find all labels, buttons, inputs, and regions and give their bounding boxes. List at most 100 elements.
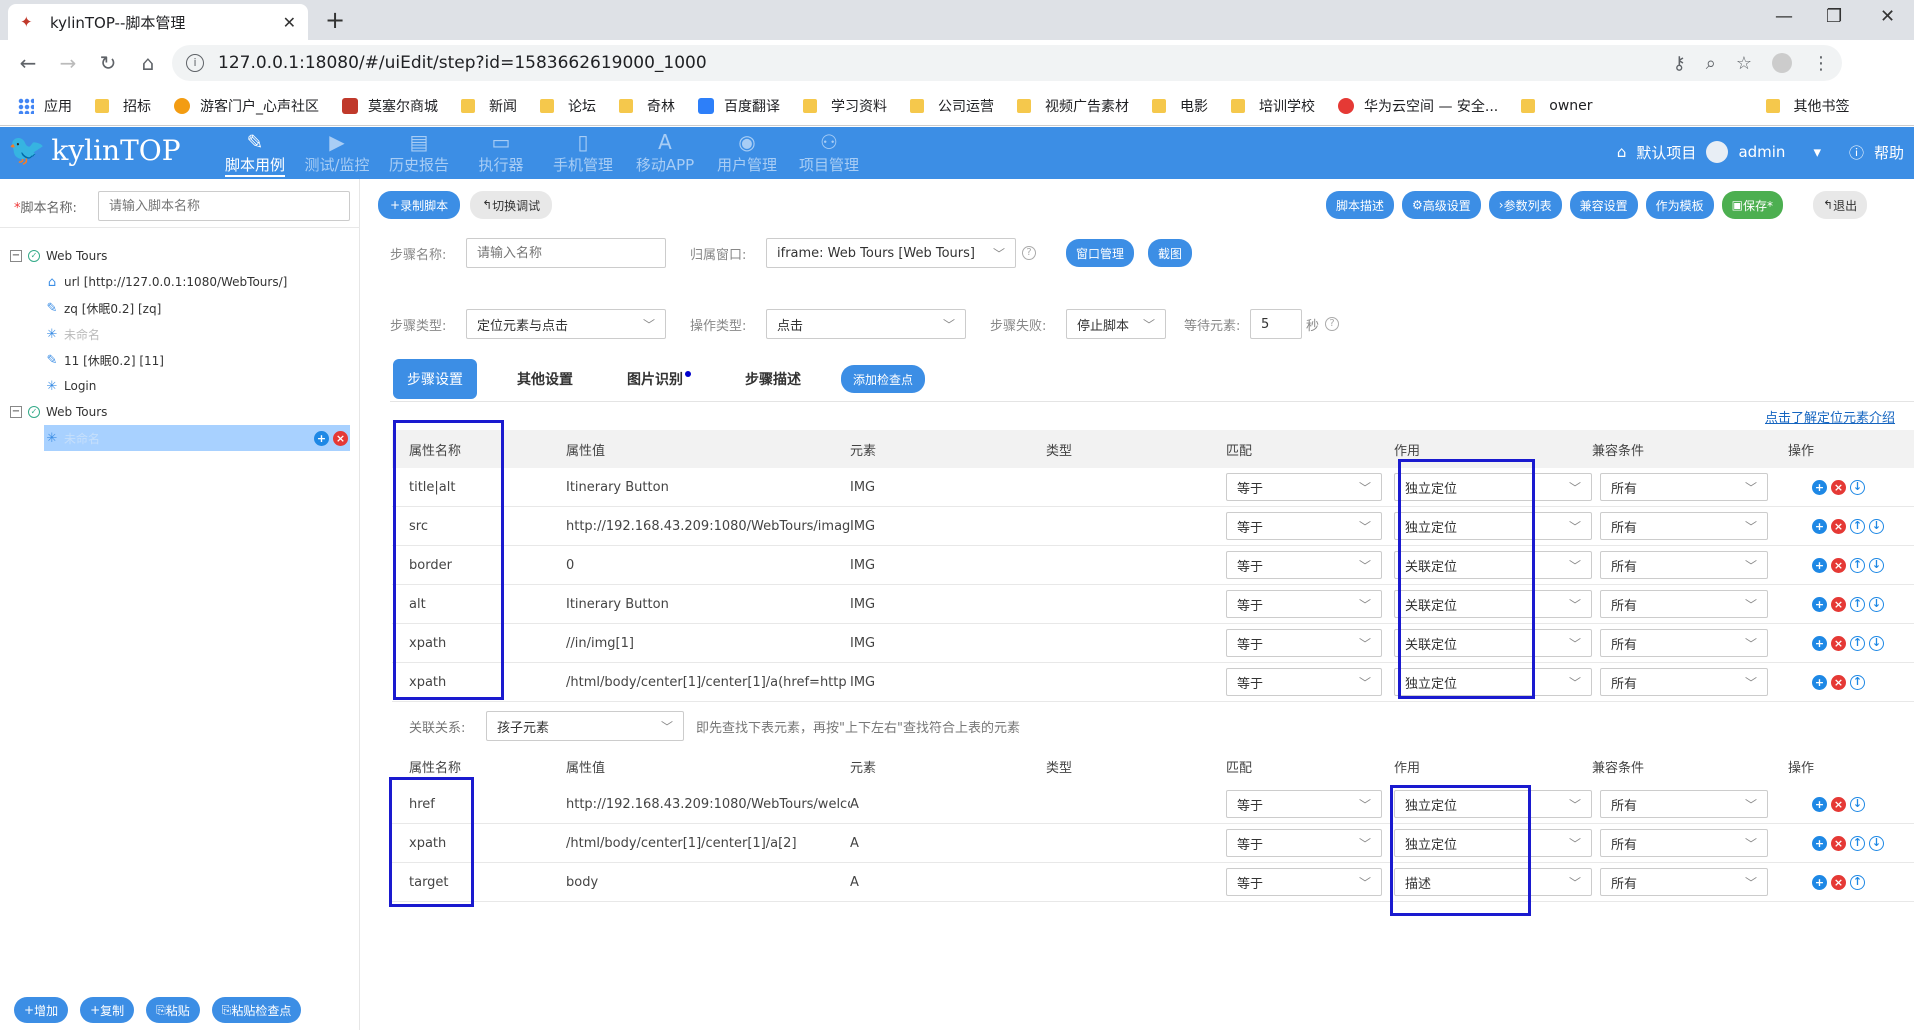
tree-item[interactable]: ✳ Login bbox=[10, 373, 350, 399]
tab-image-recognition[interactable]: 图片识别 bbox=[613, 359, 705, 399]
tree-item[interactable]: ✎ 11 [休眠0.2] [11] bbox=[10, 347, 350, 373]
bookmark-item[interactable]: 莫塞尔商城 bbox=[342, 96, 438, 116]
bookmark-item[interactable]: 论坛 bbox=[540, 96, 596, 116]
param-list-button[interactable]: › 参数列表 bbox=[1488, 191, 1562, 219]
script-desc-button[interactable]: 脚本描述 bbox=[1326, 191, 1395, 219]
move-down-icon[interactable]: ↓ bbox=[1869, 635, 1884, 651]
role-select[interactable]: 独立定位 ﹀ bbox=[1394, 473, 1592, 501]
delete-row-icon[interactable]: × bbox=[1831, 874, 1846, 890]
bookmark-item[interactable]: 学习资料 bbox=[803, 96, 887, 116]
role-select[interactable]: 独立定位 ﹀ bbox=[1394, 790, 1592, 818]
move-up-icon[interactable]: ↑ bbox=[1850, 557, 1865, 573]
menu-icon[interactable]: ⋮ bbox=[1812, 53, 1830, 74]
delete-row-icon[interactable]: × bbox=[1831, 596, 1846, 612]
move-up-icon[interactable]: ↑ bbox=[1850, 635, 1865, 651]
browser-tab[interactable]: ✦ kylinTOP--脚本管理 ✕ bbox=[8, 4, 308, 40]
user-dropdown-icon[interactable]: ▾ bbox=[1813, 143, 1821, 161]
tree-item[interactable]: ⌂ url [http://127.0.0.1:1080/WebTours/] bbox=[10, 269, 350, 295]
role-select[interactable]: 关联定位 ﹀ bbox=[1394, 629, 1592, 657]
delete-row-icon[interactable]: × bbox=[1831, 796, 1846, 812]
compat-select[interactable]: 所有 ﹀ bbox=[1600, 590, 1768, 618]
compat-select[interactable]: 所有 ﹀ bbox=[1600, 473, 1768, 501]
move-down-icon[interactable]: ↓ bbox=[1850, 479, 1865, 495]
zoom-icon[interactable]: ⌕ bbox=[1706, 53, 1716, 74]
help-circle-icon[interactable]: ? bbox=[1022, 246, 1036, 260]
tree-group[interactable]: − ✓ Web Tours bbox=[10, 399, 350, 425]
add-row-icon[interactable]: + bbox=[1812, 479, 1827, 495]
move-up-icon[interactable]: ↑ bbox=[1850, 674, 1865, 690]
match-select[interactable]: 等于 ﹀ bbox=[1226, 829, 1382, 857]
window-close-icon[interactable]: ✕ bbox=[1880, 6, 1895, 27]
nav-scripts[interactable]: ✎ 脚本用例 bbox=[214, 127, 296, 179]
add-row-icon[interactable]: + bbox=[1812, 596, 1827, 612]
record-script-button[interactable]: + 录制脚本 bbox=[378, 191, 461, 219]
script-name-input[interactable] bbox=[98, 191, 350, 221]
fail-select[interactable]: 停止脚本 ﹀ bbox=[1066, 309, 1166, 339]
relation-select[interactable]: 孩子元素 ﹀ bbox=[486, 711, 684, 741]
step-name-input[interactable] bbox=[466, 238, 666, 268]
match-select[interactable]: 等于 ﹀ bbox=[1226, 668, 1382, 696]
star-icon[interactable]: ☆ bbox=[1736, 53, 1752, 74]
collapse-icon[interactable]: − bbox=[10, 250, 22, 262]
window-select[interactable]: iframe: Web Tours [Web Tours] ﹀ bbox=[766, 238, 1016, 268]
role-select[interactable]: 关联定位 ﹀ bbox=[1394, 551, 1592, 579]
bookmark-other[interactable]: 其他书签 bbox=[1765, 96, 1850, 116]
bookmark-item[interactable]: 新闻 bbox=[461, 96, 517, 116]
user-avatar[interactable] bbox=[1706, 141, 1729, 163]
add-node-icon[interactable]: + bbox=[314, 430, 329, 446]
role-select[interactable]: 描述 ﹀ bbox=[1394, 868, 1592, 896]
window-manage-button[interactable]: 窗口管理 bbox=[1066, 239, 1135, 267]
op-type-select[interactable]: 点击 ﹀ bbox=[766, 309, 966, 339]
nav-history[interactable]: ▤ 历史报告 bbox=[378, 127, 460, 179]
delete-row-icon[interactable]: × bbox=[1831, 674, 1846, 690]
advanced-settings-button[interactable]: ⚙ 高级设置 bbox=[1402, 191, 1481, 219]
bookmark-item[interactable]: 电影 bbox=[1152, 96, 1208, 116]
tree-group[interactable]: − ✓ Web Tours bbox=[10, 243, 350, 269]
nav-executor[interactable]: ▭ 执行器 bbox=[460, 127, 542, 179]
bookmark-item[interactable]: owner bbox=[1521, 98, 1593, 114]
tree-item[interactable]: ✎ zq [休眠0.2] [zq] bbox=[10, 295, 350, 321]
reload-icon[interactable]: ↻ bbox=[88, 51, 128, 75]
screenshot-button[interactable]: 截图 bbox=[1148, 239, 1193, 267]
add-row-icon[interactable]: + bbox=[1812, 874, 1827, 890]
compat-select[interactable]: 所有 ﹀ bbox=[1600, 868, 1768, 896]
tab-step-settings[interactable]: 步骤设置 bbox=[393, 359, 477, 399]
toggle-debug-button[interactable]: ↰ 切换调试 bbox=[470, 191, 553, 219]
match-select[interactable]: 等于 ﹀ bbox=[1226, 590, 1382, 618]
role-select[interactable]: 关联定位 ﹀ bbox=[1394, 590, 1592, 618]
bookmark-item[interactable]: 奇林 bbox=[619, 96, 675, 116]
bookmark-item[interactable]: 公司运营 bbox=[910, 96, 994, 116]
add-row-icon[interactable]: + bbox=[1812, 635, 1827, 651]
add-step-button[interactable]: + 增加 bbox=[14, 997, 69, 1023]
help-icon[interactable]: ⓘ bbox=[1849, 142, 1864, 163]
app-logo[interactable]: 🐦 kylinTOP bbox=[8, 133, 181, 168]
match-select[interactable]: 等于 ﹀ bbox=[1226, 790, 1382, 818]
collapse-icon[interactable]: − bbox=[10, 406, 22, 418]
home-icon[interactable]: ⌂ bbox=[128, 51, 168, 75]
paste-checkpoint-button[interactable]: ⎘ 粘贴检查点 bbox=[211, 997, 302, 1023]
tab-step-desc[interactable]: 步骤描述 bbox=[731, 359, 815, 399]
delete-row-icon[interactable]: × bbox=[1831, 557, 1846, 573]
compat-select[interactable]: 所有 ﹀ bbox=[1600, 512, 1768, 540]
profile-avatar-icon[interactable] bbox=[1772, 53, 1792, 73]
move-down-icon[interactable]: ↓ bbox=[1869, 518, 1884, 534]
nav-mobile-app[interactable]: A 移动APP bbox=[624, 127, 706, 179]
help-circle-icon[interactable]: ? bbox=[1325, 317, 1340, 331]
bookmark-item[interactable]: 华为云空间 — 安全... bbox=[1338, 96, 1498, 116]
nav-projects[interactable]: ⚇ 项目管理 bbox=[788, 127, 870, 179]
move-down-icon[interactable]: ↓ bbox=[1869, 596, 1884, 612]
tree-item-selected[interactable]: ✳ 未命名 + × bbox=[44, 425, 350, 451]
add-row-icon[interactable]: + bbox=[1812, 796, 1827, 812]
move-up-icon[interactable]: ↑ bbox=[1850, 596, 1865, 612]
back-icon[interactable]: ← bbox=[8, 51, 48, 75]
locator-help-link[interactable]: 点击了解定位元素介绍 bbox=[1765, 407, 1895, 426]
bookmark-apps[interactable]: 应用 bbox=[18, 96, 72, 116]
role-select[interactable]: 独立定位 ﹀ bbox=[1394, 829, 1592, 857]
move-up-icon[interactable]: ↑ bbox=[1850, 874, 1865, 890]
move-up-icon[interactable]: ↑ bbox=[1850, 835, 1865, 851]
match-select[interactable]: 等于 ﹀ bbox=[1226, 629, 1382, 657]
username[interactable]: admin bbox=[1738, 143, 1785, 161]
match-select[interactable]: 等于 ﹀ bbox=[1226, 551, 1382, 579]
compat-settings-button[interactable]: 兼容设置 bbox=[1569, 191, 1638, 219]
paste-step-button[interactable]: ⎘ 粘贴 bbox=[146, 997, 200, 1023]
